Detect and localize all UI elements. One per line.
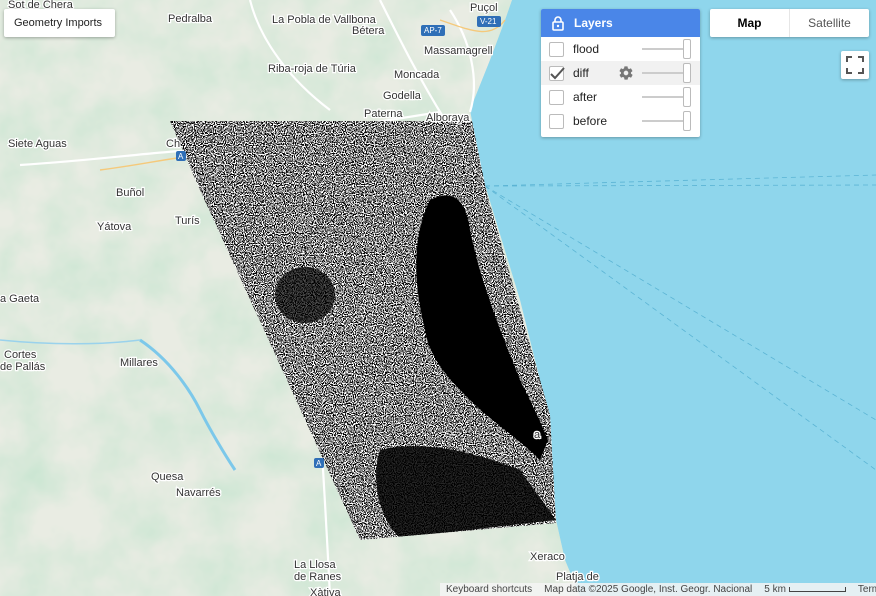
map-data-attribution: Map data ©2025 Google, Inst. Geogr. Naci… (544, 584, 753, 595)
scale-bar[interactable]: 5 km (758, 584, 852, 595)
scale-bar-line (788, 587, 846, 592)
svg-text:AP-7: AP-7 (424, 26, 442, 35)
layer-checkbox-before[interactable] (549, 113, 564, 129)
layer-checkbox-flood[interactable] (549, 41, 564, 57)
layers-panel: Layers flood diff after before (541, 9, 700, 137)
map-type-map-button[interactable]: Map (710, 9, 789, 37)
place-betera: Bétera (352, 25, 385, 37)
place-yatova: Yátova (97, 221, 132, 233)
gear-icon[interactable] (618, 65, 634, 81)
svg-text:A: A (178, 152, 184, 161)
layer-row-before: before (541, 109, 700, 133)
layer-label-diff: diff (573, 66, 589, 80)
checkmark-icon (550, 66, 565, 79)
svg-text:A: A (316, 459, 322, 468)
place-pedralba: Pedralba (168, 13, 213, 25)
place-godella: Godella (383, 90, 422, 102)
layer-label-after: after (573, 90, 598, 104)
slider-thumb[interactable] (683, 111, 691, 131)
opacity-slider-flood[interactable] (642, 39, 691, 59)
slider-thumb[interactable] (683, 39, 691, 59)
place-quesa: Quesa (151, 471, 184, 483)
layer-checkbox-after[interactable] (549, 89, 564, 105)
place-la-llosa: La Llosa (294, 559, 336, 571)
layer-row-diff: diff (541, 61, 700, 85)
place-ch: Ch (166, 138, 180, 150)
layers-header[interactable]: Layers (541, 9, 700, 37)
place-millares: Millares (120, 357, 158, 369)
layer-label-flood: flood (573, 42, 600, 56)
place-paterna: Paterna (364, 108, 403, 120)
place-a: a (534, 429, 541, 441)
place-turis: Turís (175, 215, 200, 227)
map-canvas[interactable]: Sot de Chera Pedralba La Pobla de Vallbo… (0, 0, 876, 596)
map-footer: Keyboard shortcuts Map data ©2025 Google… (440, 583, 876, 596)
keyboard-shortcuts-link[interactable]: Keyboard shortcuts (440, 584, 538, 595)
fullscreen-icon (846, 56, 864, 74)
layer-checkbox-diff[interactable] (549, 65, 565, 81)
place-xativa: Xàtiva (310, 587, 341, 596)
place-bunol: Buñol (116, 187, 144, 199)
svg-text:V-21: V-21 (480, 17, 497, 26)
place-cortes-de-pallas: Cortes (4, 349, 37, 361)
slider-thumb[interactable] (683, 87, 691, 107)
place-xeraco: Xeraco (530, 551, 565, 563)
lock-icon[interactable] (550, 15, 566, 31)
terms-link[interactable]: Terms (852, 584, 876, 595)
place-pucol: Puçol (470, 2, 498, 14)
scale-label: 5 km (764, 584, 786, 595)
opacity-slider-before[interactable] (642, 111, 691, 131)
geometry-imports-button[interactable]: Geometry Imports (4, 9, 115, 37)
place-de-ranes: de Ranes (294, 571, 342, 583)
opacity-slider-diff[interactable] (642, 63, 691, 83)
place-siete-aguas: Siete Aguas (8, 138, 67, 150)
place-platja-de: Platja de (556, 571, 599, 583)
layer-row-after: after (541, 85, 700, 109)
place-alboraya: Alboraya (426, 112, 470, 124)
map-type-satellite-button[interactable]: Satellite (789, 9, 869, 37)
place-riba-roja: Riba-roja de Túria (268, 63, 357, 75)
layer-row-flood: flood (541, 37, 700, 61)
fullscreen-button[interactable] (841, 51, 869, 79)
layer-label-before: before (573, 114, 608, 128)
slider-thumb[interactable] (683, 63, 691, 83)
place-navarres: Navarrés (176, 487, 221, 499)
place-a-gaeta: a Gaeta (0, 293, 40, 305)
opacity-slider-after[interactable] (642, 87, 691, 107)
place-massamagrell: Massamagrell (424, 45, 492, 57)
place-cortes-de-pallas-2: de Pallás (0, 361, 46, 373)
layers-title: Layers (574, 16, 613, 30)
place-moncada: Moncada (394, 69, 440, 81)
geometry-imports-label: Geometry Imports (14, 17, 103, 29)
map-type-control: Map Satellite (710, 9, 869, 37)
